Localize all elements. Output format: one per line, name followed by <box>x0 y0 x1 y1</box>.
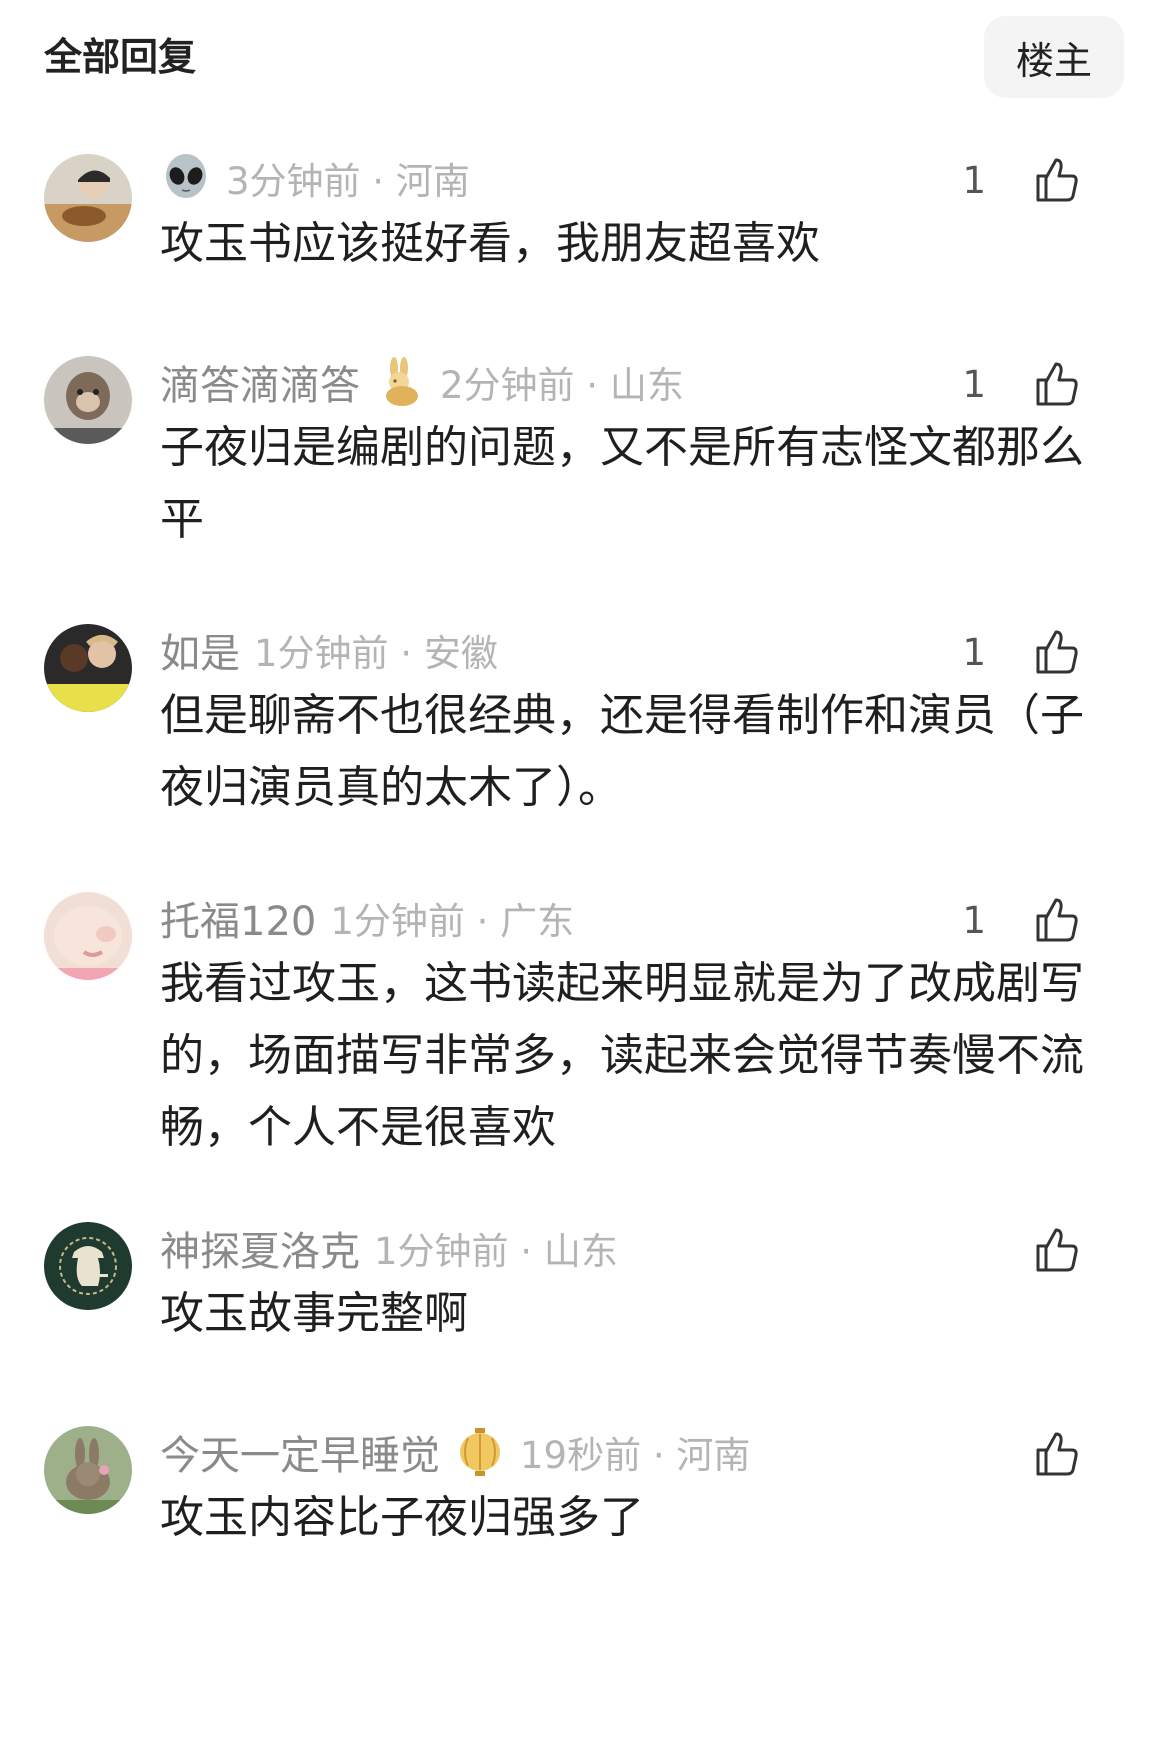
comment-time-location: 19秒前 · 河南 <box>520 1434 751 1477</box>
like-count: 1 <box>962 362 986 406</box>
golden-lantern-icon <box>454 1426 506 1478</box>
comment-text: 攻玉内容比子夜归强多了 <box>160 1492 644 1543</box>
like-button[interactable]: 1 <box>962 892 1082 948</box>
avatar[interactable] <box>44 1426 132 1514</box>
alien-emoji-icon <box>160 152 212 204</box>
comment-item: 如是 1分钟前 · 安徽 1 但是聊斋不也很经典，还是得看制作和演员（子夜归演员… <box>0 620 1169 840</box>
comment-text: 我看过攻玉，这书读起来明显就是为了改成剧写的，场面描写非常多，读起来会觉得节奏慢… <box>160 958 1084 1153</box>
like-button[interactable] <box>1030 1426 1082 1482</box>
comment-item: 3分钟前 · 河南 1 攻玉书应该挺好看，我朋友超喜欢 <box>0 150 1169 310</box>
comment-time-location: 1分钟前 · 安徽 <box>254 632 498 675</box>
like-button[interactable]: 1 <box>962 356 1082 412</box>
comment-item: 托福120 1分钟前 · 广东 1 我看过攻玉，这书读起来明显就是为了改成剧写的… <box>0 888 1169 1178</box>
username[interactable]: 神探夏洛克 <box>160 1219 360 1277</box>
comment-text: 攻玉书应该挺好看，我朋友超喜欢 <box>160 218 820 269</box>
username[interactable]: 今天一定早睡觉 <box>160 1423 440 1481</box>
comment-time-location: 2分钟前 · 山东 <box>440 364 684 407</box>
like-count: 1 <box>962 630 986 674</box>
thumbs-up-icon <box>1036 630 1078 674</box>
thread-owner-filter-button[interactable]: 楼主 <box>984 16 1124 98</box>
like-count: 1 <box>962 898 986 942</box>
like-button[interactable]: 1 <box>962 152 1082 208</box>
avatar[interactable] <box>44 1222 132 1310</box>
like-button[interactable] <box>1030 1222 1082 1278</box>
thumbs-up-icon <box>1036 158 1078 202</box>
username[interactable]: 如是 <box>160 621 240 679</box>
avatar[interactable] <box>44 356 132 444</box>
thumbs-up-icon <box>1036 898 1078 942</box>
like-button[interactable]: 1 <box>962 624 1082 680</box>
comment-text: 子夜归是编剧的问题，又不是所有志怪文都那么平 <box>160 422 1084 545</box>
avatar[interactable] <box>44 624 132 712</box>
avatar[interactable] <box>44 892 132 980</box>
reply-header: 全部回复 楼主 <box>0 0 1169 120</box>
avatar[interactable] <box>44 154 132 242</box>
comment-text: 攻玉故事完整啊 <box>160 1288 468 1339</box>
like-count: 1 <box>962 158 986 202</box>
thumbs-up-icon <box>1036 362 1078 406</box>
comment-item: 神探夏洛克 1分钟前 · 山东 攻玉故事完整啊 <box>0 1218 1169 1368</box>
thumbs-up-icon <box>1036 1228 1078 1272</box>
comment-item: 今天一定早睡觉 19秒前 · 河南 攻玉内容比子夜归强多了 <box>0 1422 1169 1572</box>
username[interactable]: 托福120 <box>160 889 316 947</box>
comment-time-location: 3分钟前 · 河南 <box>226 160 470 203</box>
thumbs-up-icon <box>1036 1432 1078 1476</box>
username[interactable]: 滴答滴滴答 <box>160 353 360 411</box>
comment-item: 滴答滴滴答 2分钟前 · 山东 1 子夜归是编剧的问题，又不是所有志怪文都那么平 <box>0 352 1169 572</box>
comment-text: 但是聊斋不也很经典，还是得看制作和演员（子夜归演员真的太木了）。 <box>160 690 1084 813</box>
golden-rabbit-icon <box>374 356 426 408</box>
comment-time-location: 1分钟前 · 山东 <box>374 1230 618 1273</box>
comment-time-location: 1分钟前 · 广东 <box>330 900 575 943</box>
page-title: 全部回复 <box>44 35 197 79</box>
